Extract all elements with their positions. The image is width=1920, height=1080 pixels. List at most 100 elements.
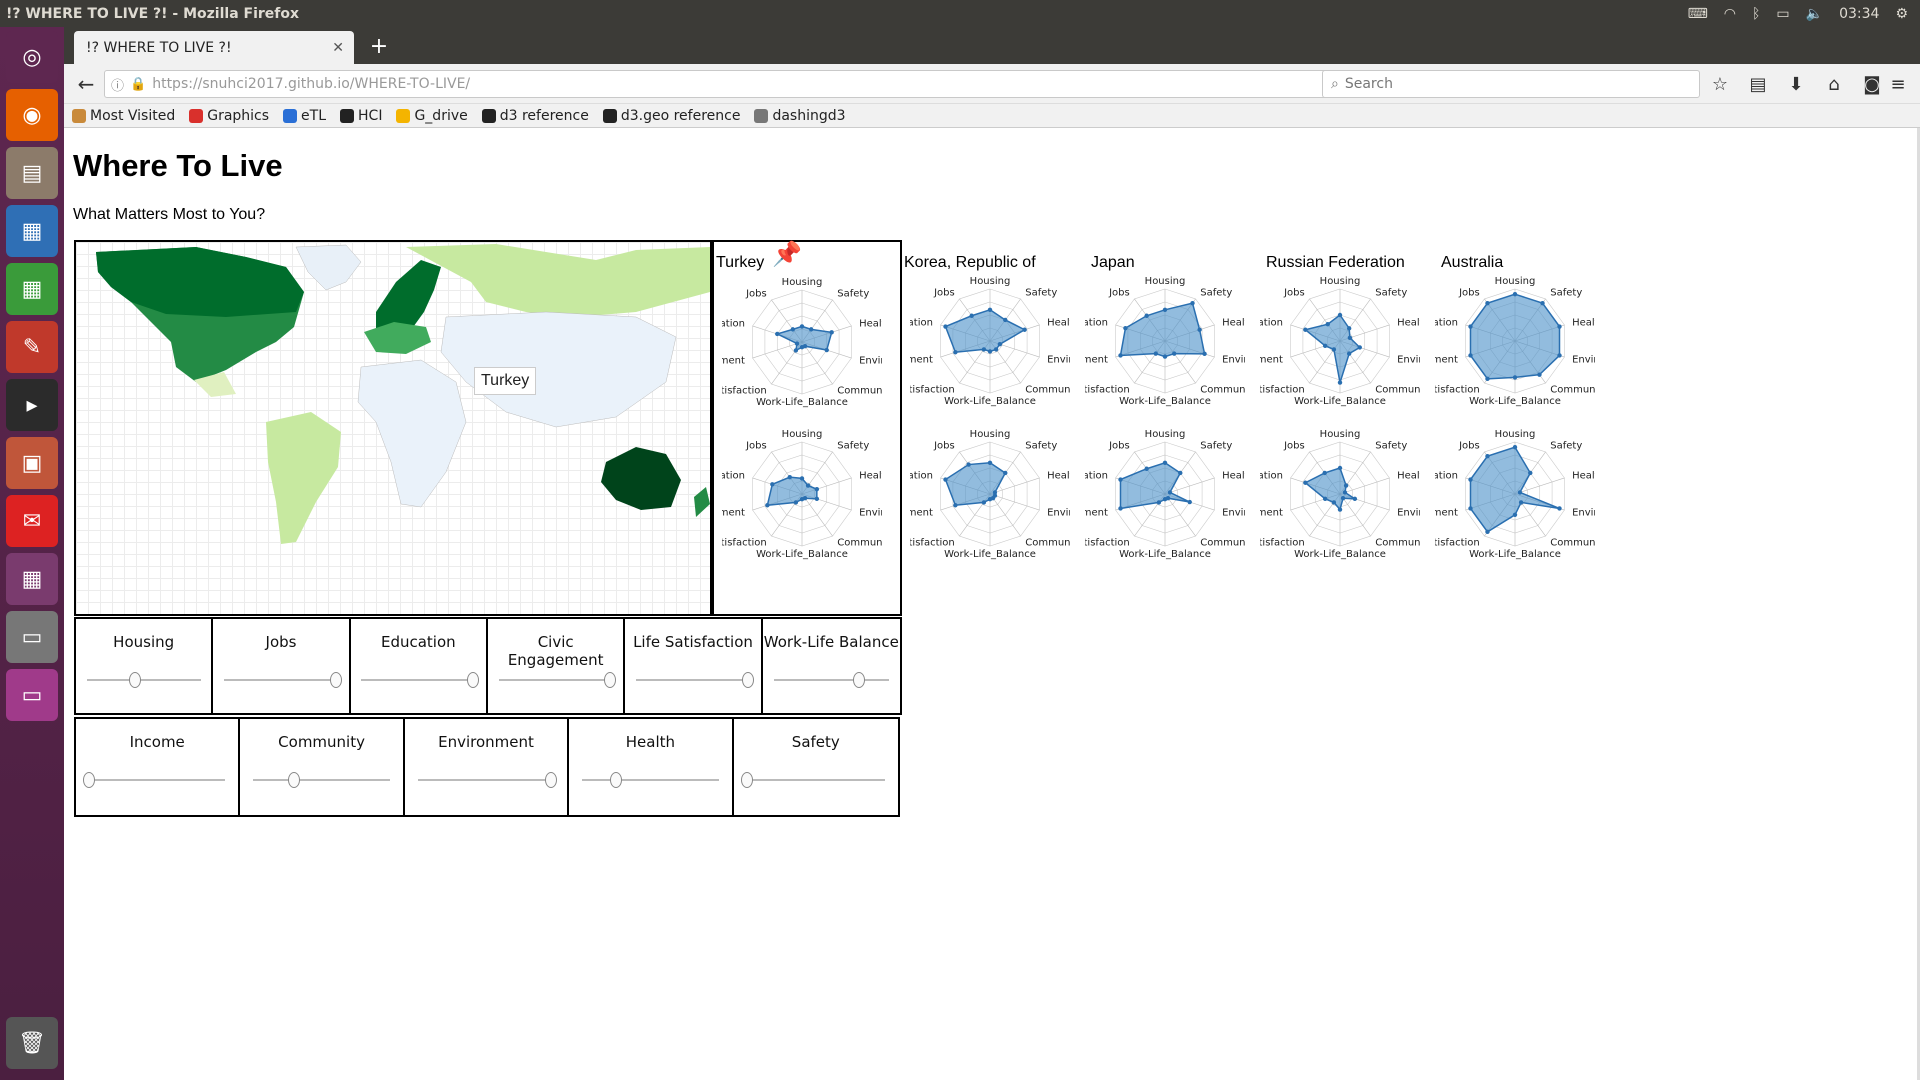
radar-chart[interactable]: Housing Safety Health Environment CommunityW… — [1435, 426, 1595, 562]
radar-point[interactable] — [997, 342, 1003, 347]
search-bar[interactable]: ⌕ Search — [1322, 70, 1700, 98]
slider-thumb[interactable] — [545, 772, 558, 788]
slider-thumb[interactable] — [128, 672, 141, 688]
slider-thumb[interactable] — [740, 772, 753, 788]
settings-icon[interactable]: ✎ — [6, 321, 58, 373]
radar-area[interactable] — [766, 476, 818, 507]
radar-point[interactable] — [966, 462, 971, 467]
slider-track[interactable] — [498, 672, 617, 688]
files-icon[interactable]: ▤ — [6, 147, 58, 199]
radar-point[interactable] — [1357, 345, 1362, 350]
radar-point[interactable] — [1342, 490, 1348, 495]
radar-point[interactable] — [1118, 506, 1123, 511]
battery-icon[interactable]: ▭ — [1776, 6, 1789, 22]
radar-point[interactable] — [1512, 375, 1518, 380]
radar-point[interactable] — [808, 327, 814, 332]
radar-chart[interactable]: Housing Safety Health Environment CommunityW… — [1435, 273, 1595, 409]
calc-icon[interactable]: ▦ — [6, 263, 58, 315]
russia-region[interactable] — [406, 244, 710, 317]
radar-chart[interactable]: Housing Safety Health Environment CommunityW… — [1085, 426, 1245, 562]
radar-point[interactable] — [1518, 500, 1524, 505]
radar-point[interactable] — [1517, 490, 1523, 495]
south-america-region[interactable] — [266, 412, 341, 544]
radar-point[interactable] — [1340, 496, 1346, 501]
slider-thumb[interactable] — [288, 772, 301, 788]
radar-point[interactable] — [1347, 335, 1353, 340]
radar-point[interactable] — [794, 341, 800, 346]
radar-point[interactable] — [1512, 512, 1518, 517]
radar-point[interactable] — [1512, 445, 1518, 450]
slider-track[interactable] — [636, 672, 754, 688]
radar-point[interactable] — [814, 496, 820, 502]
new-zealand-region[interactable] — [694, 487, 710, 517]
radar-point[interactable] — [1118, 477, 1123, 482]
slider-track[interactable] — [224, 672, 342, 688]
radar-point[interactable] — [1202, 351, 1207, 357]
world-map[interactable]: Turkey — [74, 240, 712, 616]
slider-thumb[interactable] — [604, 672, 617, 688]
radar-point[interactable] — [1528, 470, 1533, 476]
radar-point[interactable] — [943, 477, 948, 482]
pdf-reader-icon[interactable]: ✉ — [6, 495, 58, 547]
radar-area[interactable] — [1469, 293, 1561, 380]
radar-chart[interactable]: Housing Safety Health Environment CommunityW… — [1260, 426, 1420, 562]
africa-region[interactable] — [357, 359, 467, 508]
radar-area[interactable] — [1304, 467, 1358, 512]
radar-point[interactable] — [1178, 470, 1183, 476]
radar-point[interactable] — [1325, 321, 1330, 327]
radar-point[interactable] — [824, 347, 829, 353]
slider-thumb[interactable] — [741, 672, 754, 688]
radar-point[interactable] — [793, 500, 799, 505]
radar-point[interactable] — [1003, 317, 1008, 323]
slider-track[interactable] — [773, 672, 889, 688]
radar-point[interactable] — [987, 497, 993, 502]
writer-icon[interactable]: ▦ — [6, 205, 58, 257]
radar-point[interactable] — [1197, 327, 1202, 332]
radar-point[interactable] — [799, 324, 805, 329]
bookmark-4[interactable]: G_drive — [396, 108, 468, 124]
radar-point[interactable] — [1485, 300, 1490, 306]
reader-icon[interactable]: ▤ — [1744, 70, 1772, 98]
map-countries[interactable] — [76, 242, 710, 614]
radar-point[interactable] — [799, 476, 805, 481]
radar-point[interactable] — [799, 345, 805, 350]
radar-point[interactable] — [1303, 480, 1308, 485]
europe-region[interactable] — [364, 322, 431, 354]
radar-point[interactable] — [1162, 460, 1168, 465]
radar-point[interactable] — [943, 324, 948, 329]
url-bar[interactable]: ⓘ 🔒 https://snuhci2017.github.io /WHERE-… — [104, 70, 1360, 98]
slider-track[interactable] — [82, 772, 226, 788]
radar-point[interactable] — [1468, 324, 1473, 329]
workspace-switcher-icon[interactable]: ▦ — [6, 553, 58, 605]
radar-point[interactable] — [1485, 529, 1490, 535]
radar-point[interactable] — [1468, 477, 1473, 482]
radar-point[interactable] — [987, 460, 993, 465]
radar-chart[interactable]: Housing Safety Health Environment CommunityW… — [910, 273, 1070, 409]
keyboard-icon[interactable]: ⌨ — [1688, 6, 1708, 22]
radar-point[interactable] — [987, 307, 993, 312]
radar-point[interactable] — [770, 482, 775, 487]
radar-point[interactable] — [1162, 497, 1168, 502]
radar-point[interactable] — [1512, 292, 1518, 297]
close-tab-icon[interactable]: ✕ — [332, 40, 344, 56]
power-icon[interactable]: ⚙ — [1895, 6, 1908, 22]
drive-icon[interactable]: ▭ — [6, 611, 58, 663]
menu-icon[interactable]: ≡ — [1884, 70, 1912, 98]
radar-point[interactable] — [1337, 507, 1343, 512]
radar-point[interactable] — [1346, 326, 1352, 331]
radar-point[interactable] — [1123, 325, 1128, 331]
trash-icon[interactable]: 🗑 — [6, 1017, 58, 1069]
download-icon[interactable]: ⬇ — [1782, 70, 1810, 98]
radar-point[interactable] — [1331, 500, 1337, 505]
info-icon[interactable]: ⓘ — [111, 75, 124, 94]
radar-point[interactable] — [1153, 351, 1159, 356]
bookmark-0[interactable]: Most Visited — [72, 108, 175, 124]
impress-icon[interactable]: ▣ — [6, 437, 58, 489]
radar-point[interactable] — [1557, 324, 1562, 329]
radar-point[interactable] — [987, 349, 993, 354]
australia-region[interactable] — [601, 447, 681, 510]
slider-thumb[interactable] — [329, 672, 342, 688]
radar-point[interactable] — [1468, 506, 1473, 511]
radar-point[interactable] — [1187, 499, 1192, 505]
firefox-icon[interactable]: ◉ — [6, 89, 58, 141]
